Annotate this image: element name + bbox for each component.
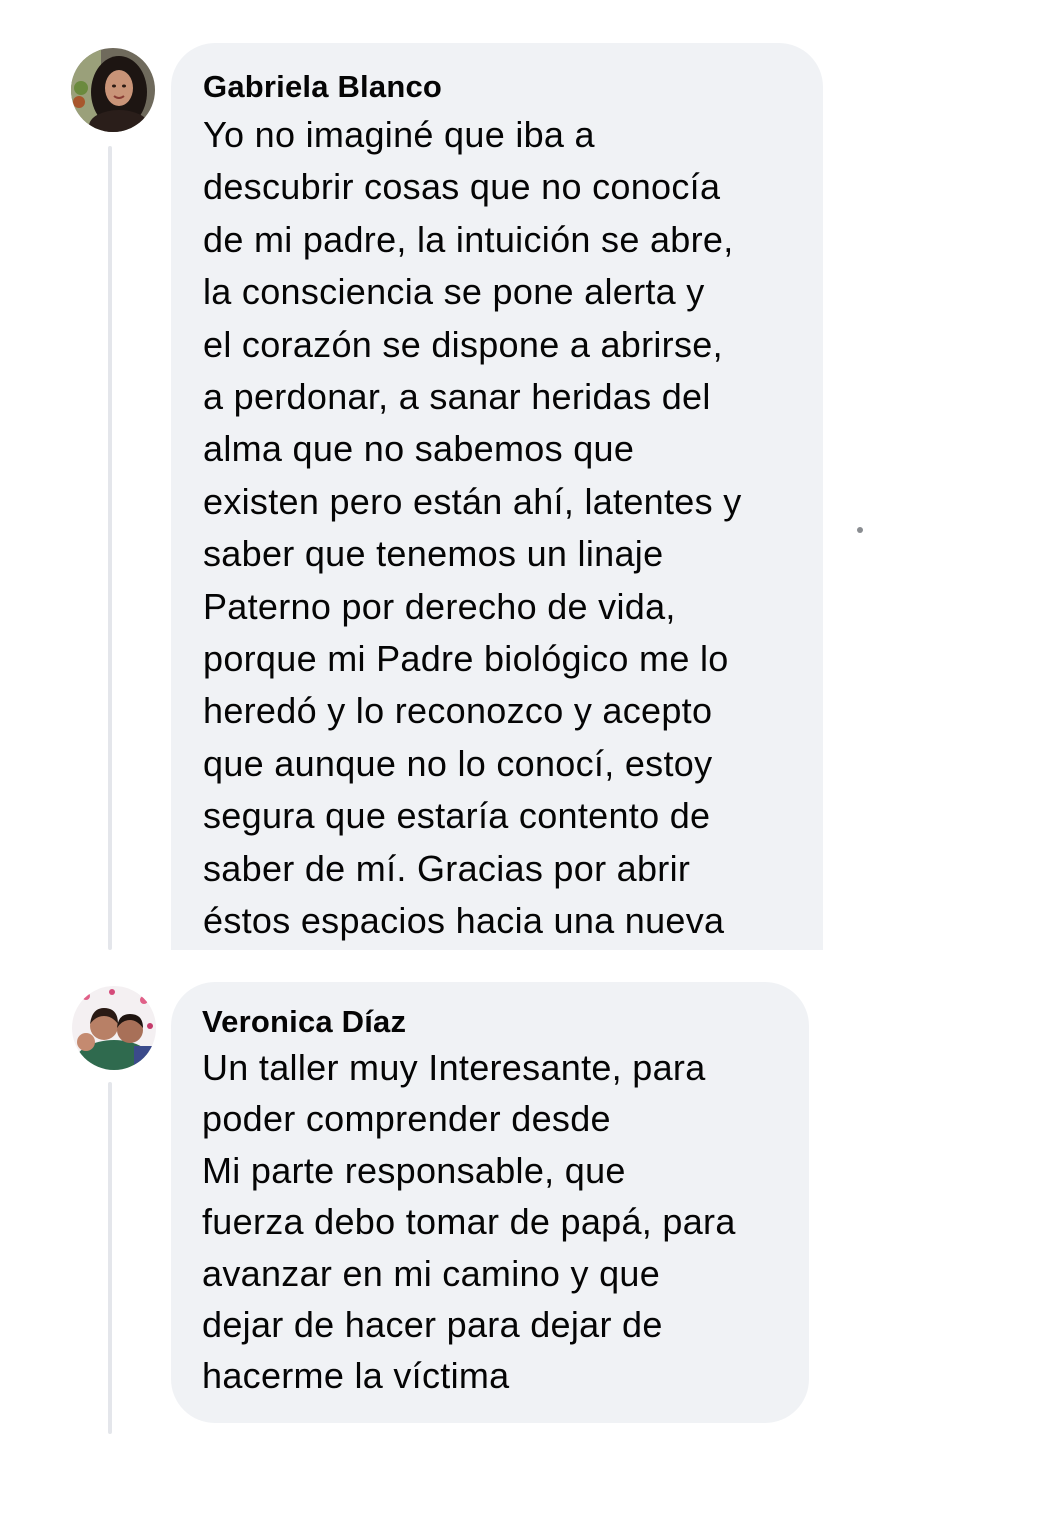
- thread-line: [108, 1082, 112, 1434]
- comment-text: Yo no imaginé que iba a descubrir cosas …: [203, 114, 742, 942]
- comment-author[interactable]: Gabriela Blanco: [203, 69, 803, 105]
- avatar[interactable]: [71, 48, 155, 132]
- profile-photo-gabriela-icon: [71, 48, 155, 132]
- thread-line: [108, 146, 112, 950]
- comment-text: Un taller muy Interesante, para poder co…: [202, 1047, 736, 1397]
- profile-photo-veronica-icon: [72, 986, 156, 1070]
- comment-bubble: Veronica Díaz Un taller muy Interesante,…: [171, 982, 809, 1423]
- comment-bubble: Gabriela Blanco Yo no imaginé que iba a …: [171, 43, 823, 950]
- avatar[interactable]: [72, 986, 156, 1070]
- comment-author[interactable]: Veronica Díaz: [202, 1004, 789, 1040]
- dot-divider: [857, 527, 863, 533]
